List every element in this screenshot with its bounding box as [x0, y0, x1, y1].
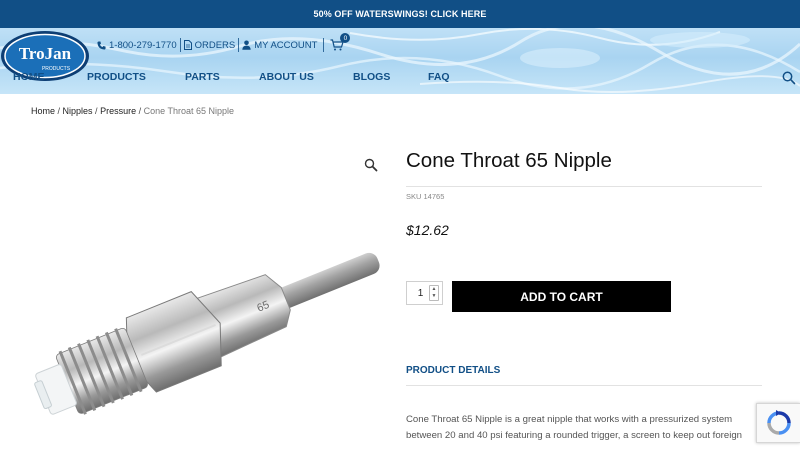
nav-item-blogs[interactable]: BLOGS: [353, 71, 390, 83]
recaptcha-badge[interactable]: [756, 403, 800, 443]
phone-number[interactable]: 1-800-279-1770: [109, 40, 177, 51]
divider: [406, 186, 762, 187]
breadcrumb-separator: /: [55, 106, 63, 116]
nav-item-about-us[interactable]: ABOUT US: [259, 71, 314, 83]
utility-bar: 1-800-279-1770 ORDERS MY ACCOUNT 0: [97, 33, 351, 52]
divider: [323, 38, 325, 52]
divider: [179, 38, 181, 52]
quantity-stepper[interactable]: 1 ▲ ▼: [406, 281, 443, 305]
chevron-down-icon[interactable]: ▼: [430, 293, 438, 300]
breadcrumb: Home / Nipples / Pressure / Cone Throat …: [31, 106, 234, 116]
cart-button[interactable]: 0: [330, 33, 351, 51]
divider: [406, 385, 762, 386]
phone-icon: [97, 40, 106, 50]
document-icon: [183, 40, 192, 50]
product-price: $12.62: [406, 222, 449, 238]
nav-item-home[interactable]: HOME: [13, 71, 45, 83]
nav-item-parts[interactable]: PARTS: [185, 71, 220, 83]
quantity-spinner[interactable]: ▲ ▼: [429, 285, 439, 301]
logo-text: TroJan: [19, 44, 72, 63]
breadcrumb-separator: /: [136, 106, 144, 116]
magnifier-icon[interactable]: [364, 158, 378, 172]
divider: [238, 38, 240, 52]
breadcrumb-current: Cone Throat 65 Nipple: [143, 106, 234, 116]
account-label[interactable]: MY ACCOUNT: [254, 40, 317, 51]
product-sku: SKU 14765: [406, 192, 445, 201]
nav-item-products[interactable]: PRODUCTS: [87, 71, 146, 83]
search-icon[interactable]: [782, 71, 796, 85]
nav-item-faq[interactable]: FAQ: [428, 71, 450, 83]
promo-text[interactable]: 50% OFF WATERSWINGS! CLICK HERE: [314, 9, 487, 19]
tab-product-details[interactable]: PRODUCT DETAILS: [406, 365, 500, 376]
user-icon: [242, 40, 251, 50]
recaptcha-icon: [766, 410, 791, 435]
phone-link[interactable]: 1-800-279-1770: [97, 40, 177, 51]
orders-link[interactable]: ORDERS: [183, 40, 236, 51]
orders-label[interactable]: ORDERS: [195, 40, 236, 51]
breadcrumb-separator: /: [92, 106, 101, 116]
promo-banner[interactable]: 50% OFF WATERSWINGS! CLICK HERE: [0, 0, 800, 28]
breadcrumb-home[interactable]: Home: [31, 106, 55, 116]
add-to-cart-button[interactable]: ADD TO CART: [452, 281, 671, 312]
product-title: Cone Throat 65 Nipple: [406, 149, 612, 172]
main-nav: HOME PRODUCTS PARTS ABOUT US BLOGS FAQ: [0, 71, 800, 85]
quantity-value[interactable]: 1: [407, 288, 429, 299]
chevron-up-icon[interactable]: ▲: [430, 286, 438, 293]
product-image[interactable]: 65: [30, 248, 400, 428]
product-description: Cone Throat 65 Nipple is a great nipple …: [406, 414, 743, 441]
breadcrumb-nipples[interactable]: Nipples: [63, 106, 93, 116]
breadcrumb-pressure[interactable]: Pressure: [100, 106, 136, 116]
account-link[interactable]: MY ACCOUNT: [242, 40, 317, 51]
